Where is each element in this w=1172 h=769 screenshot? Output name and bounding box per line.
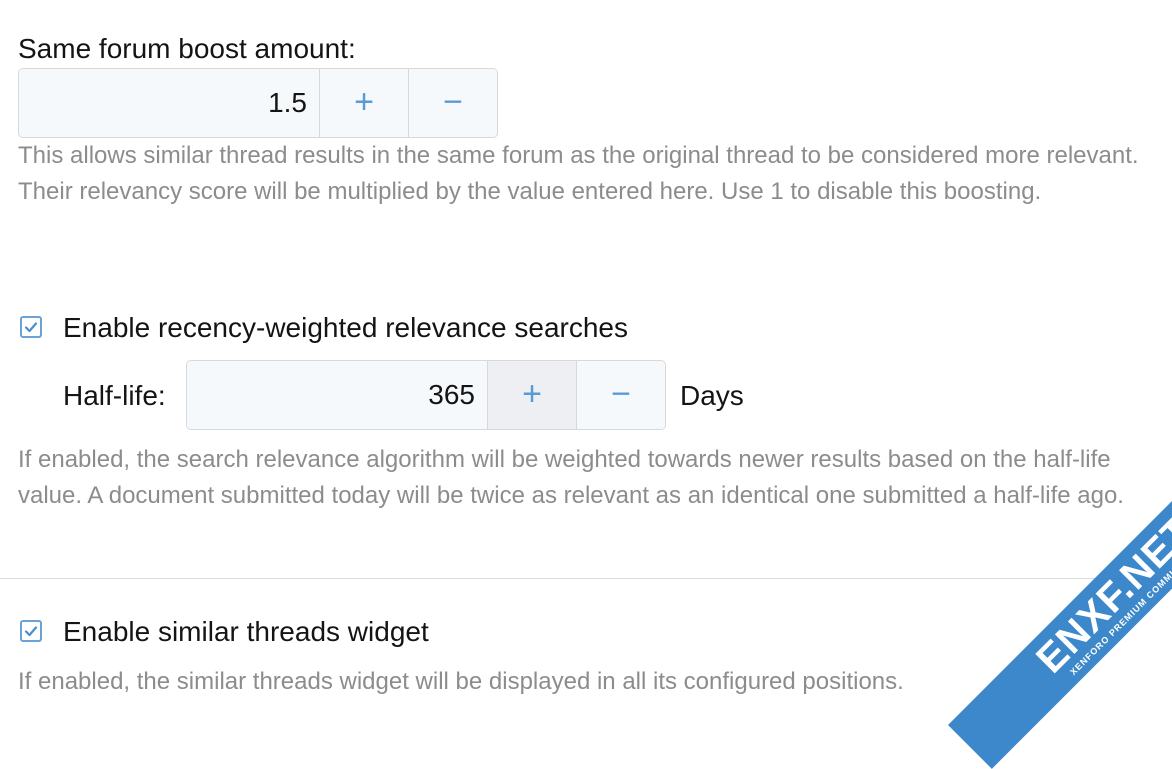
minus-icon: − (611, 374, 631, 413)
minus-icon: − (443, 82, 463, 121)
checkmark-icon (24, 626, 38, 637)
plus-icon: + (522, 374, 542, 413)
plus-icon: + (354, 82, 374, 121)
boost-spinbox: + − (18, 68, 498, 138)
boost-explain: This allows similar thread results in th… (18, 142, 1139, 205)
checkmark-icon (24, 322, 38, 333)
recency-explain: If enabled, the search relevance algorit… (18, 446, 1124, 509)
widget-label[interactable]: Enable similar threads widget (63, 615, 429, 649)
boost-label: Same forum boost amount: (18, 33, 356, 64)
section-divider (0, 578, 1172, 579)
recency-checkbox[interactable] (20, 316, 42, 338)
boost-amount-input[interactable] (19, 69, 319, 137)
halflife-unit: Days (680, 380, 744, 411)
halflife-decrement-button[interactable]: − (576, 361, 665, 429)
halflife-spinbox: + − (186, 360, 666, 430)
boost-decrement-button[interactable]: − (408, 69, 497, 137)
boost-increment-button[interactable]: + (319, 69, 408, 137)
halflife-input[interactable] (187, 361, 487, 429)
halflife-increment-button[interactable]: + (487, 361, 576, 429)
recency-label[interactable]: Enable recency-weighted relevance search… (63, 311, 628, 345)
widget-checkbox[interactable] (20, 620, 42, 642)
halflife-label: Half-life: (63, 380, 166, 411)
